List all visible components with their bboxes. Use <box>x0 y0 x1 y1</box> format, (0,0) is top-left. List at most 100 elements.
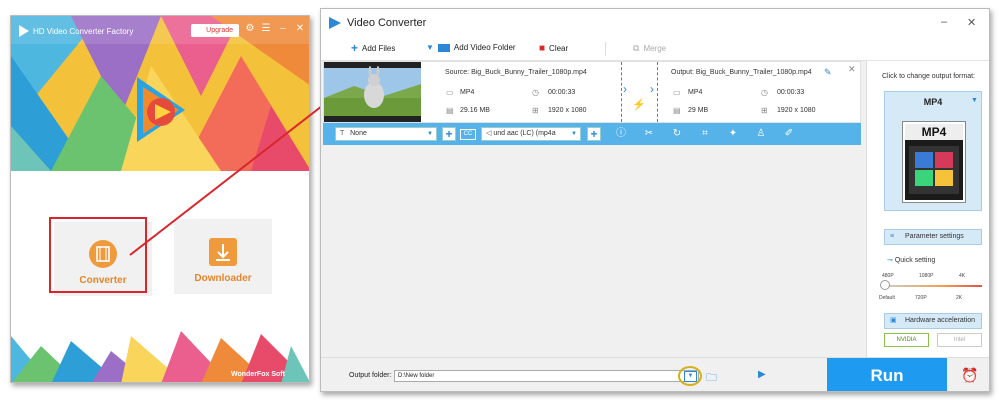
format-card: MP4 <box>903 122 965 202</box>
quality-label-default: Default <box>879 295 895 301</box>
quality-label-1080p: 1080P <box>919 273 934 279</box>
output-size: 29 MB <box>688 107 709 114</box>
chevron-down-icon: ▼ <box>971 97 978 104</box>
divider-dashed <box>621 62 622 122</box>
edit-toolbar: T None ▼ + CC ◁ und aac (LC) (mp4a ▼ + ⓘ… <box>323 123 861 145</box>
plus-icon: + <box>351 41 359 55</box>
video-converter-window: Video Converter – ✕ + Add Files ▼ Add Vi… <box>320 8 990 392</box>
merge-button[interactable]: ⧉ Merge <box>633 43 666 54</box>
video-thumbnail[interactable] <box>324 62 421 122</box>
quick-setting-icon: ⊸ <box>887 257 895 264</box>
toolbar: + Add Files ▼ Add Video Folder ■ Clear ⧉… <box>321 37 989 61</box>
task-item[interactable]: Source: Big_Buck_Bunny_Trailer_1080p.mp4… <box>323 61 861 123</box>
resolution-icon: ⊞ <box>761 106 768 115</box>
output-preview-icon[interactable]: ▶ <box>758 369 766 380</box>
arrow-right-icon: › <box>650 82 654 96</box>
source-resolution: 1920 x 1080 <box>548 107 587 114</box>
folder-plus-icon <box>437 44 450 52</box>
screenshot-stage: HD Video Converter Factory Upgrade ⚙ ☰ –… <box>0 0 1000 400</box>
intel-toggle[interactable]: Intel <box>937 333 982 347</box>
size-icon: ▤ <box>446 106 454 115</box>
remove-task-icon[interactable]: ✕ <box>848 64 856 75</box>
film-reel-icon <box>909 146 959 194</box>
output-folder-field[interactable]: D:\New folder <box>394 370 699 382</box>
quality-slider-track[interactable] <box>884 285 982 287</box>
source-format: MP4 <box>460 89 475 96</box>
merge-label: Merge <box>643 44 667 53</box>
nvidia-toggle[interactable]: NVIDIA <box>884 333 929 347</box>
source-duration: 00:00:33 <box>548 89 576 96</box>
format-hint: Click to change output format: <box>882 73 975 80</box>
hardware-acceleration-label: Hardware acceleration <box>905 317 976 324</box>
minimize-icon[interactable]: – <box>941 16 947 28</box>
audio-track-dropdown[interactable]: ◁ und aac (LC) (mp4a ▼ <box>481 127 581 141</box>
alarm-clock-icon[interactable]: ⏰ <box>961 367 978 384</box>
app-logo-icon <box>329 17 341 29</box>
subtitle-dropdown[interactable]: T None ▼ <box>335 127 437 141</box>
add-files-button[interactable]: + Add Files <box>351 41 396 55</box>
intel-label: Intel <box>953 337 966 343</box>
parameter-settings-button[interactable]: ≡ Parameter settings <box>884 229 982 245</box>
audio-track-value: und aac (LC) (mp4a <box>493 130 556 137</box>
output-resolution: 1920 x 1080 <box>777 107 816 114</box>
clear-label: Clear <box>549 44 569 53</box>
parameter-settings-label: Parameter settings <box>905 233 964 240</box>
file-icon: ▭ <box>673 88 681 97</box>
quick-setting-text: Quick setting <box>894 257 936 264</box>
dropdown-highlight-circle <box>678 366 702 386</box>
add-subtitle-button[interactable]: + <box>442 127 456 141</box>
source-filename: Source: Big_Buck_Bunny_Trailer_1080p.mp4 <box>445 69 587 76</box>
chevron-down-icon: ▼ <box>426 43 434 52</box>
window-title: Video Converter <box>347 17 427 29</box>
rotate-icon[interactable]: ↻ <box>670 128 684 140</box>
add-folder-label: Add Video Folder <box>453 43 516 52</box>
clock-icon: ◷ <box>761 88 768 97</box>
toolbar-divider <box>605 42 606 56</box>
clear-button[interactable]: ■ Clear <box>539 43 568 54</box>
cc-icon[interactable]: CC <box>460 129 476 140</box>
output-format: MP4 <box>688 89 703 96</box>
nvidia-label: NVIDIA <box>896 337 917 343</box>
close-icon[interactable]: ✕ <box>967 16 976 29</box>
resolution-icon: ⊞ <box>532 106 539 115</box>
text-icon: T <box>340 130 349 137</box>
add-folder-button[interactable]: ▼ Add Video Folder <box>426 43 516 52</box>
scissors-icon[interactable]: ✂ <box>642 128 656 140</box>
effects-wand-icon[interactable]: ✦ <box>726 128 740 140</box>
chevron-down-icon: ▼ <box>571 131 577 137</box>
run-button[interactable]: Run <box>827 358 947 391</box>
crop-icon[interactable]: ⌗ <box>698 128 712 140</box>
quality-label-2k: 2K <box>956 295 963 301</box>
title-bar: Video Converter – ✕ <box>321 9 989 37</box>
chevron-down-icon: ▼ <box>427 131 433 137</box>
lightning-icon: ⚡ <box>632 99 646 111</box>
arrow-right-icon: › <box>623 82 627 96</box>
add-files-label: Add Files <box>362 43 396 53</box>
quality-slider-handle[interactable] <box>880 280 890 290</box>
clock-icon: ◷ <box>532 88 539 97</box>
source-size: 29.16 MB <box>460 107 490 114</box>
edit-pen-icon[interactable]: ✐ <box>782 128 796 140</box>
output-filename: Output: Big_Buck_Bunny_Trailer_1080p.mp4 <box>671 69 812 76</box>
output-duration: 00:00:33 <box>777 89 805 96</box>
chip-icon: ▣ <box>890 317 897 324</box>
trash-icon: ■ <box>539 43 546 54</box>
bottom-bar: Output folder: D:\New folder ▼ 🗀 ▶ Run ⏰ <box>321 357 989 391</box>
watermark-icon[interactable]: ♙ <box>754 128 768 140</box>
info-icon[interactable]: ⓘ <box>614 128 628 140</box>
divider-dashed <box>657 62 658 122</box>
subtitle-value: None <box>350 130 367 137</box>
output-folder-label: Output folder: <box>349 372 392 379</box>
edit-pencil-icon[interactable]: ✎ <box>824 67 832 78</box>
quality-label-480p: 480P <box>882 273 894 279</box>
open-folder-icon[interactable]: 🗀 <box>706 369 717 388</box>
quick-setting-label: ⊸ Quick setting <box>887 256 935 264</box>
format-card-label: MP4 <box>905 124 963 140</box>
merge-icon: ⧉ <box>633 43 640 53</box>
file-icon: ▭ <box>446 88 454 97</box>
speaker-icon: ◁ <box>486 130 492 137</box>
quality-label-720p: 720P <box>915 295 927 301</box>
add-audio-button[interactable]: + <box>587 127 601 141</box>
output-format-selector[interactable]: MP4 ▼ MP4 <box>884 91 982 211</box>
hardware-acceleration-button[interactable]: ▣ Hardware acceleration <box>884 313 982 329</box>
